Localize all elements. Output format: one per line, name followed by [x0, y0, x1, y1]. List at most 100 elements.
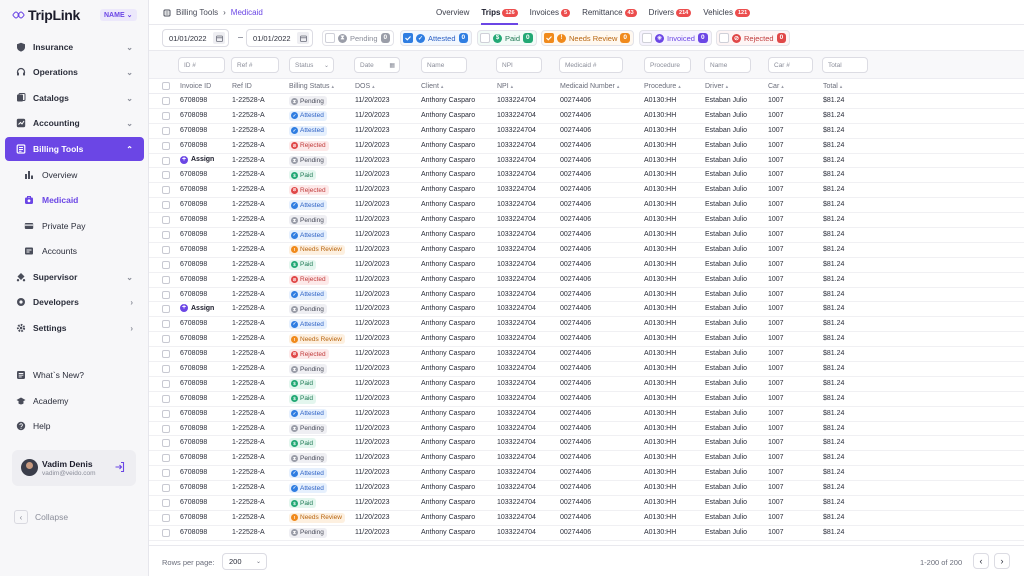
- column-header[interactable]: DOS ▴: [355, 83, 375, 90]
- table-row[interactable]: 6708098 1-22528-A 11/20/2023 Anthony Caspar…: [149, 317, 1024, 333]
- row-checkbox[interactable]: [162, 350, 170, 359]
- column-header[interactable]: Medicaid Number ▴: [560, 83, 619, 90]
- table-row[interactable]: 6708098 1-22528-A 11/20/2023 Anthony Caspar…: [149, 139, 1024, 154]
- column-header[interactable]: Car ▴: [768, 83, 784, 90]
- column-filter-input[interactable]: Status ⌄: [289, 57, 334, 73]
- sidebar-item-accounting[interactable]: Accounting ⌄: [5, 111, 144, 135]
- sidebar-subitem-medicaid[interactable]: Medicaid: [24, 190, 144, 210]
- sidebar-item-developers[interactable]: Developers ›: [5, 290, 144, 314]
- tab-invoices[interactable]: Invoices 5: [530, 0, 571, 25]
- filter-chip-needs-review[interactable]: ! Needs Review 0: [541, 30, 634, 46]
- next-page-button[interactable]: ›: [994, 553, 1010, 569]
- row-checkbox[interactable]: [162, 216, 170, 225]
- table-row[interactable]: 6708098 1-22528-A 11/20/2023 Anthony Caspar…: [149, 362, 1024, 377]
- column-filter-input[interactable]: Procedure: [644, 57, 691, 73]
- row-checkbox[interactable]: [162, 365, 170, 374]
- tab-vehicles[interactable]: Vehicles 121: [703, 0, 751, 25]
- filter-chip-rejected[interactable]: ⊘ Rejected 0: [716, 30, 791, 46]
- sidebar-subitem-accounts[interactable]: Accounts: [24, 241, 144, 261]
- sidebar-link-news[interactable]: What`s New?: [5, 363, 144, 387]
- table-row[interactable]: 6708098 1-22528-A 11/20/2023 Anthony Caspar…: [149, 243, 1024, 258]
- brand[interactable]: TripLink: [11, 7, 80, 23]
- table-row[interactable]: 6708098 1-22528-A 11/20/2023 Anthony Caspar…: [149, 526, 1024, 541]
- filter-chip-checkbox[interactable]: [403, 33, 413, 43]
- column-header[interactable]: Invoice ID: [180, 83, 211, 90]
- row-checkbox[interactable]: [162, 320, 170, 329]
- row-checkbox[interactable]: [162, 231, 170, 240]
- column-filter-input[interactable]: NPI: [496, 57, 542, 73]
- sidebar-subitem-private-pay[interactable]: Private Pay: [24, 216, 144, 236]
- column-header[interactable]: Ref ID: [232, 83, 252, 90]
- table-row[interactable]: 6708098 1-22528-A 11/20/2023 Anthony Caspar…: [149, 168, 1024, 184]
- tab-remittance[interactable]: Remittance 43: [582, 0, 637, 25]
- row-checkbox[interactable]: [162, 499, 170, 508]
- filter-chip-checkbox[interactable]: [642, 33, 652, 43]
- row-checkbox[interactable]: [162, 454, 170, 463]
- column-header[interactable]: Procedure ▴: [644, 83, 681, 90]
- tab-trips[interactable]: Trips 126: [481, 0, 518, 25]
- row-checkbox[interactable]: [162, 305, 170, 314]
- select-all-checkbox[interactable]: [162, 82, 170, 90]
- column-header[interactable]: Total ▴: [823, 83, 842, 90]
- sidebar-item-catalogs[interactable]: Catalogs ⌄: [5, 86, 144, 110]
- breadcrumb-parent[interactable]: Billing Tools: [176, 8, 218, 17]
- table-row[interactable]: 6708098 1-22528-A 11/20/2023 Anthony Caspar…: [149, 422, 1024, 437]
- date-from-picker[interactable]: 01/01/2022: [162, 29, 229, 47]
- filter-chip-pending[interactable]: ⧗ Pending 0: [322, 30, 395, 46]
- user-card[interactable]: Vadim Denis vadim@veido.com: [12, 450, 136, 486]
- row-checkbox[interactable]: [162, 290, 170, 299]
- column-filter-input[interactable]: Medicaid #: [559, 57, 623, 73]
- column-header[interactable]: Driver ▴: [705, 83, 728, 90]
- column-header[interactable]: NPI ▴: [497, 83, 513, 90]
- table-row[interactable]: 6708098 1-22528-A 11/20/2023 Anthony Caspar…: [149, 332, 1024, 348]
- sidebar-item-insurance[interactable]: Insurance ⌄: [5, 35, 144, 59]
- row-checkbox[interactable]: [162, 245, 170, 254]
- row-checkbox[interactable]: [162, 111, 170, 120]
- table-row[interactable]: 6708098 1-22528-A 11/20/2023 Anthony Caspar…: [149, 94, 1024, 109]
- row-checkbox[interactable]: [162, 513, 170, 522]
- org-selector[interactable]: NAME ⌄: [100, 9, 137, 21]
- filter-chip-checkbox[interactable]: [480, 33, 490, 43]
- table-row[interactable]: 6708098 1-22528-A 11/20/2023 Anthony Caspar…: [149, 466, 1024, 482]
- row-checkbox[interactable]: [162, 275, 170, 284]
- filter-chip-checkbox[interactable]: [544, 33, 554, 43]
- table-row[interactable]: 6708098 1-22528-A 11/20/2023 Anthony Caspar…: [149, 183, 1024, 199]
- filter-chip-attested[interactable]: ✓ Attested 0: [400, 30, 473, 46]
- row-checkbox[interactable]: [162, 379, 170, 388]
- table-row[interactable]: 6708098 1-22528-A 11/20/2023 Anthony Caspar…: [149, 392, 1024, 407]
- table-row[interactable]: 6708098 1-22528-A 11/20/2023 Anthony Caspar…: [149, 273, 1024, 288]
- column-filter-input[interactable]: Date ▦: [354, 57, 400, 73]
- column-filter-input[interactable]: Car #: [768, 57, 813, 73]
- row-checkbox[interactable]: [162, 171, 170, 180]
- column-filter-input[interactable]: Name: [421, 57, 467, 73]
- sidebar-item-billing-tools[interactable]: Billing Tools ⌃: [5, 137, 144, 161]
- table-row[interactable]: 6708098 1-22528-A 11/20/2023 Anthony Caspar…: [149, 347, 1024, 363]
- table-row[interactable]: 6708098 1-22528-A 11/20/2023 Anthony Caspar…: [149, 198, 1024, 214]
- row-checkbox[interactable]: [162, 439, 170, 448]
- column-header[interactable]: Client ▴: [421, 83, 443, 90]
- table-row[interactable]: 6708098 1-22528-A 11/20/2023 Anthony Caspar…: [149, 288, 1024, 303]
- assign-button[interactable]: + Assign: [180, 155, 214, 164]
- tab-drivers[interactable]: Drivers 214: [649, 0, 692, 25]
- assign-button[interactable]: + Assign: [180, 304, 214, 313]
- row-checkbox[interactable]: [162, 409, 170, 418]
- row-checkbox[interactable]: [162, 201, 170, 210]
- sidebar-item-supervisor[interactable]: Supervisor ⌄: [5, 265, 144, 289]
- table-row[interactable]: 6708098 1-22528-A 11/20/2023 Anthony Caspar…: [149, 451, 1024, 467]
- row-checkbox[interactable]: [162, 424, 170, 433]
- filter-chip-checkbox[interactable]: [325, 33, 335, 43]
- row-checkbox[interactable]: [162, 97, 170, 105]
- column-filter-input[interactable]: ID #: [178, 57, 225, 73]
- filter-chip-checkbox[interactable]: [719, 33, 729, 43]
- row-checkbox[interactable]: [162, 335, 170, 344]
- row-checkbox[interactable]: [162, 141, 170, 150]
- table-row[interactable]: + Assign 1-22528-A 11/20/2023 Anthony Caspar…: [149, 302, 1024, 318]
- table-row[interactable]: 6708098 1-22528-A 11/20/2023 Anthony Caspar…: [149, 436, 1024, 452]
- row-checkbox[interactable]: [162, 126, 170, 135]
- table-row[interactable]: 6708098 1-22528-A 11/20/2023 Anthony Caspar…: [149, 407, 1024, 422]
- row-checkbox[interactable]: [162, 186, 170, 195]
- logout-icon[interactable]: [114, 461, 126, 473]
- table-row[interactable]: 6708098 1-22528-A 11/20/2023 Anthony Caspar…: [149, 228, 1024, 243]
- column-header[interactable]: Billing Status ▴: [289, 83, 334, 90]
- tab-overview[interactable]: Overview: [436, 0, 469, 25]
